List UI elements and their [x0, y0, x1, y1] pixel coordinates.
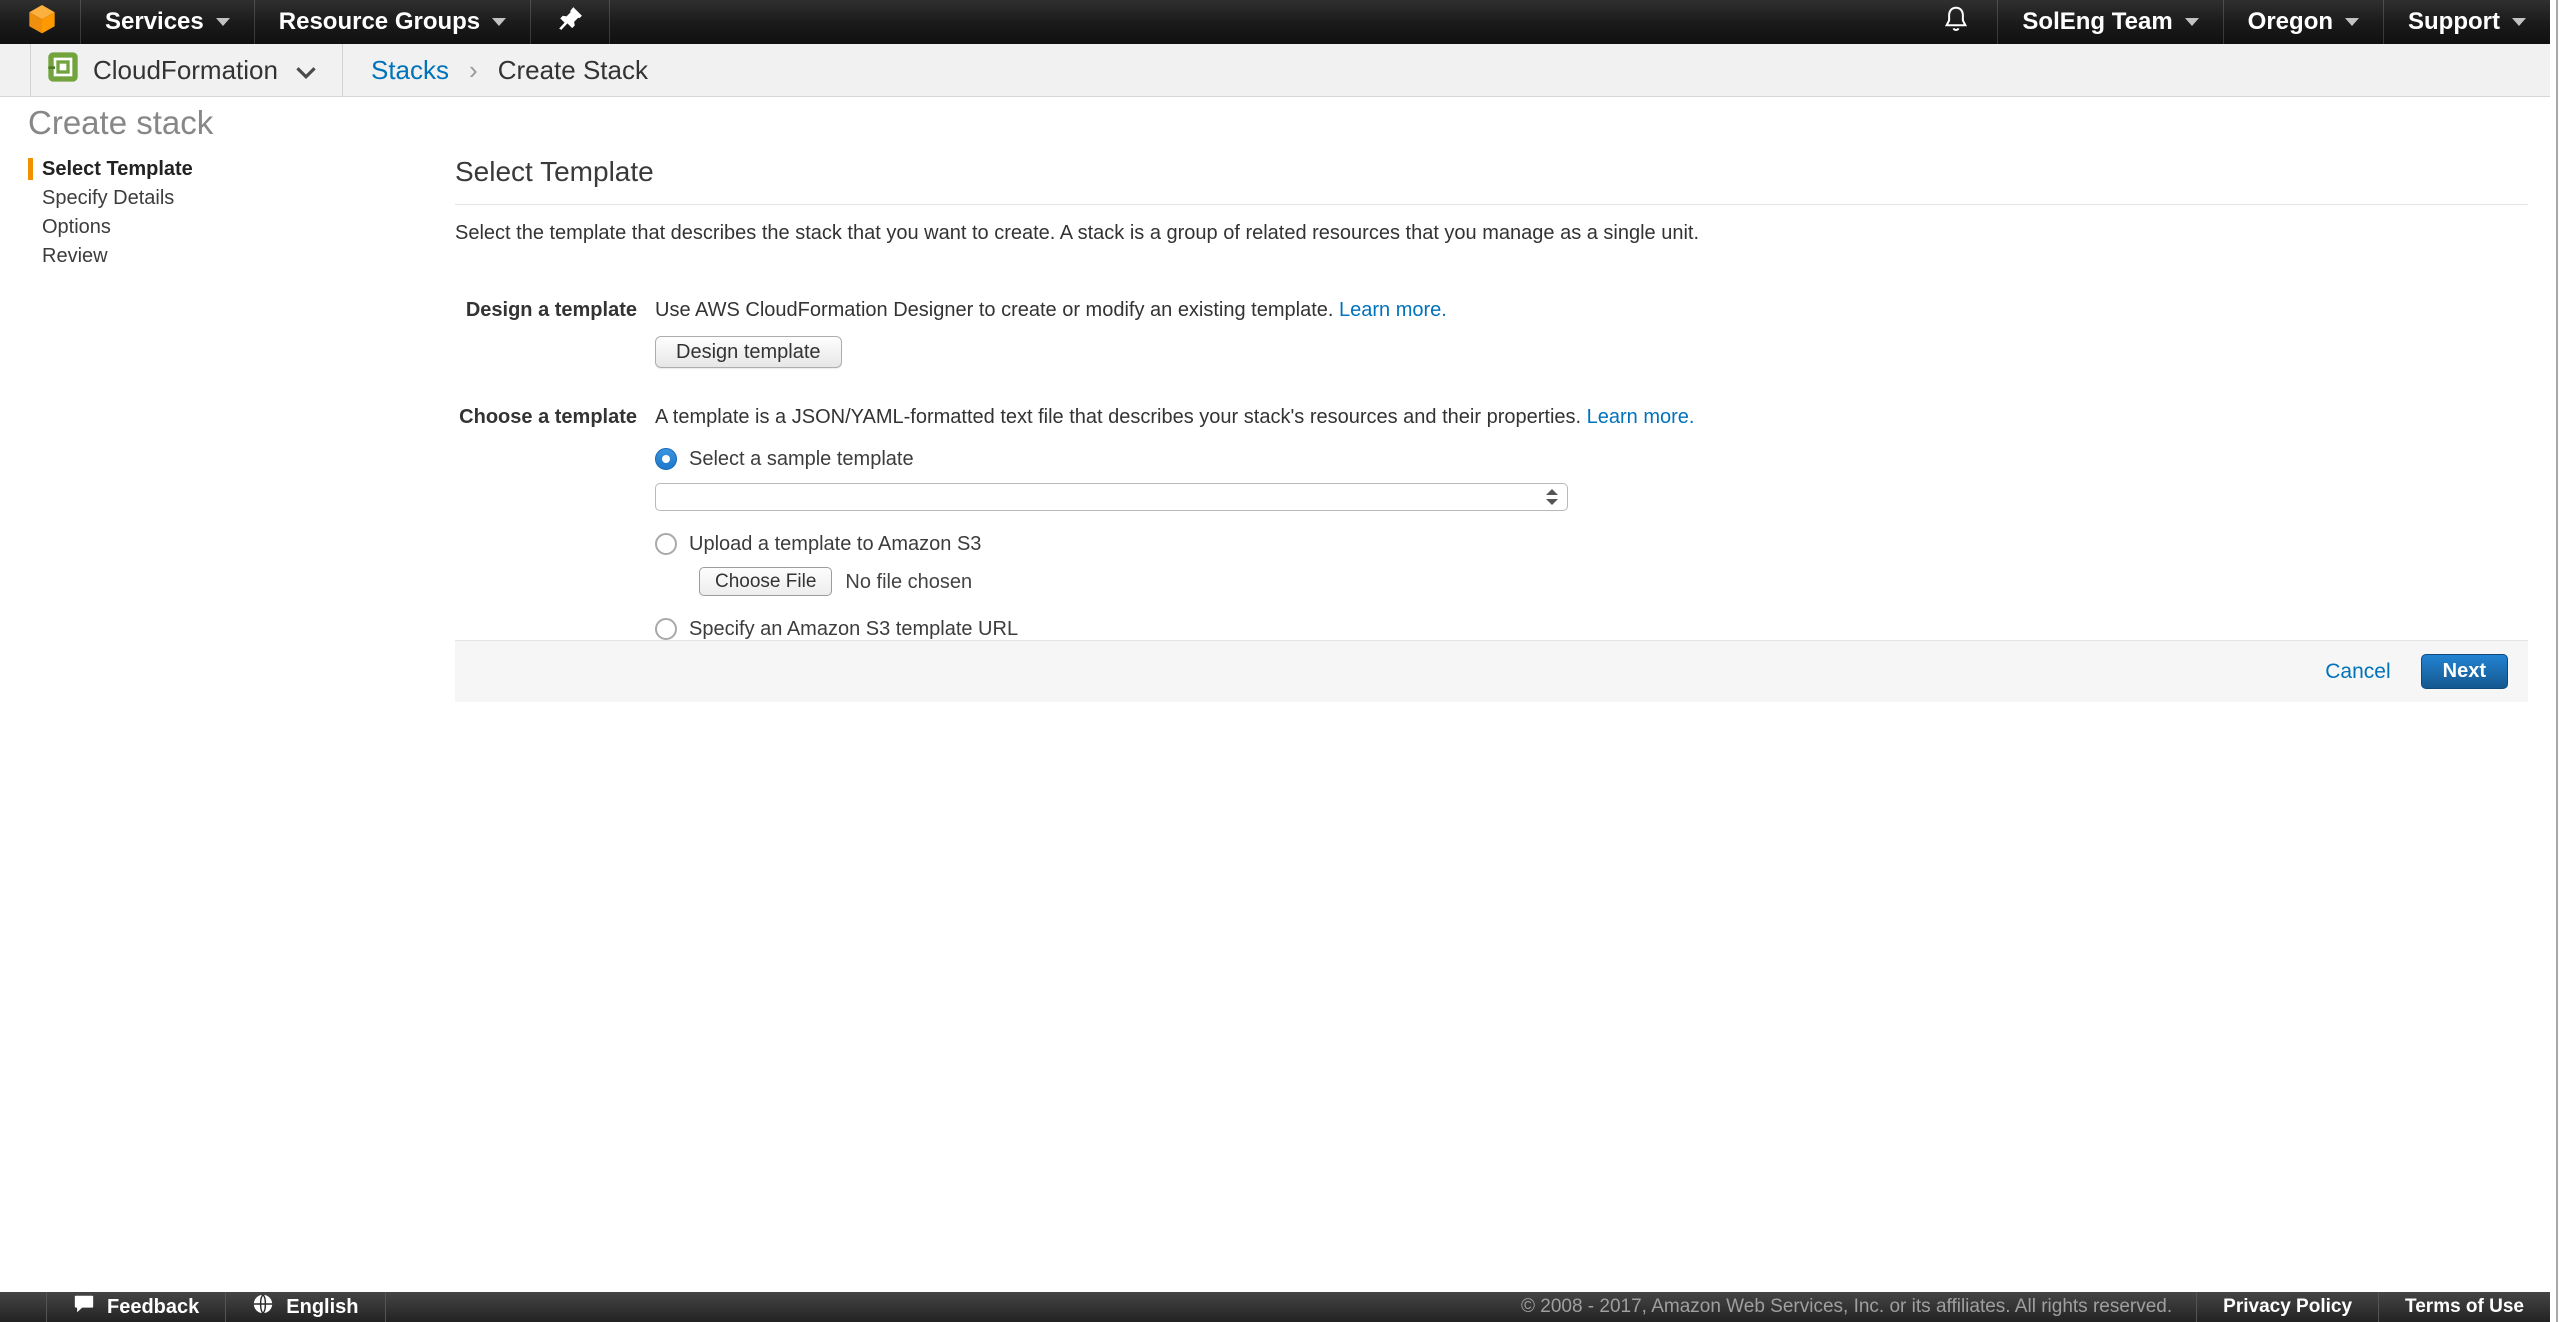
sample-template-select[interactable]: [655, 483, 1568, 511]
language-button[interactable]: English: [226, 1292, 384, 1322]
choose-template-text: A template is a JSON/YAML-formatted text…: [655, 404, 2528, 430]
design-learn-more-link[interactable]: Learn more.: [1339, 299, 1447, 321]
breadcrumb-service-name: CloudFormation: [93, 55, 278, 86]
bottom-bar-divider: [385, 1292, 386, 1322]
breadcrumb-separator-icon: ›: [469, 55, 478, 86]
wizard-step-select-template[interactable]: Select Template: [28, 158, 408, 180]
wizard-step-options[interactable]: Options: [28, 216, 408, 238]
chevron-down-icon: [492, 18, 506, 26]
choose-template-label: Choose a template: [455, 404, 637, 430]
nav-services[interactable]: Services: [81, 0, 254, 44]
chevron-down-icon: [2512, 18, 2526, 26]
pin-icon: [557, 6, 583, 39]
aws-logo[interactable]: [0, 0, 80, 44]
language-label: English: [286, 1296, 358, 1319]
feedback-icon: [73, 1293, 107, 1321]
notifications-button[interactable]: [1915, 0, 1997, 44]
nav-account-label: SolEng Team: [2022, 8, 2172, 36]
nav-region-menu[interactable]: Oregon: [2224, 0, 2383, 44]
radio-sample-template-label[interactable]: Select a sample template: [689, 446, 914, 472]
choose-file-button[interactable]: Choose File: [699, 567, 832, 596]
section-description: Select the template that describes the s…: [455, 222, 2528, 245]
wizard-step-specify-details[interactable]: Specify Details: [28, 187, 408, 209]
radio-row-sample-template[interactable]: Select a sample template: [655, 446, 2528, 472]
chevron-down-icon: [296, 55, 316, 86]
top-nav-right: SolEng Team Oregon Support: [1915, 0, 2550, 44]
page-title: Create stack: [28, 104, 213, 142]
nav-divider: [609, 0, 610, 44]
aws-logo-icon: [26, 3, 58, 42]
next-button[interactable]: Next: [2421, 654, 2508, 689]
privacy-policy-link[interactable]: Privacy Policy: [2197, 1292, 2378, 1322]
language-icon: [252, 1293, 286, 1321]
wizard-footer: Cancel Next: [455, 640, 2528, 702]
radio-row-upload-template[interactable]: Upload a template to Amazon S3: [655, 531, 2528, 557]
wizard-step-review[interactable]: Review: [28, 245, 408, 267]
file-status-text: No file chosen: [845, 569, 972, 595]
radio-sample-template[interactable]: [655, 448, 677, 470]
bottom-bar-left: Feedback English: [46, 1292, 386, 1322]
breadcrumb: CloudFormation Stacks › Create Stack: [0, 44, 2550, 97]
radio-upload-template-label[interactable]: Upload a template to Amazon S3: [689, 531, 981, 557]
copyright-text: © 2008 - 2017, Amazon Web Services, Inc.…: [1497, 1292, 2196, 1322]
choose-learn-more-link[interactable]: Learn more.: [1587, 406, 1695, 428]
select-stepper-icon: [1546, 489, 1558, 505]
nav-region-label: Oregon: [2248, 8, 2333, 36]
wizard-steps: Select Template Specify Details Options …: [28, 158, 408, 274]
design-template-row: Design a template Use AWS CloudFormation…: [455, 297, 2528, 368]
cancel-button[interactable]: Cancel: [2325, 660, 2390, 684]
bell-icon: [1941, 4, 1971, 41]
design-template-text-body: Use AWS CloudFormation Designer to creat…: [655, 299, 1333, 321]
design-template-button[interactable]: Design template: [655, 336, 842, 368]
bottom-bar: Feedback English © 2008 - 2017, Amazon W…: [0, 1292, 2550, 1322]
scrollbar-track[interactable]: [2550, 0, 2560, 1322]
terms-of-use-link[interactable]: Terms of Use: [2379, 1292, 2550, 1322]
design-template-label: Design a template: [455, 297, 637, 323]
radio-row-s3-url[interactable]: Specify an Amazon S3 template URL: [655, 616, 2528, 642]
nav-support-menu[interactable]: Support: [2384, 0, 2550, 44]
section-heading: Select Template: [455, 156, 2528, 188]
pin-shortcut-button[interactable]: [531, 0, 609, 44]
nav-services-label: Services: [105, 8, 204, 36]
chevron-down-icon: [2185, 18, 2199, 26]
design-template-text: Use AWS CloudFormation Designer to creat…: [655, 297, 2528, 323]
cloudformation-icon: [47, 51, 79, 90]
choose-template-text-body: A template is a JSON/YAML-formatted text…: [655, 406, 1581, 428]
feedback-label: Feedback: [107, 1296, 199, 1319]
design-template-content: Use AWS CloudFormation Designer to creat…: [655, 297, 2528, 368]
feedback-button[interactable]: Feedback: [47, 1292, 225, 1322]
radio-upload-template[interactable]: [655, 533, 677, 555]
breadcrumb-current-page: Create Stack: [498, 55, 648, 86]
heading-divider: [455, 204, 2528, 205]
main-content: Select Template Select the template that…: [455, 156, 2528, 684]
top-nav: Services Resource Groups: [0, 0, 2550, 44]
nav-resource-groups[interactable]: Resource Groups: [255, 0, 530, 44]
service-switcher[interactable]: CloudFormation: [30, 44, 343, 96]
nav-account-menu[interactable]: SolEng Team: [1998, 0, 2222, 44]
top-nav-left: Services Resource Groups: [0, 0, 610, 44]
file-upload-row: Choose File No file chosen: [699, 567, 2528, 596]
radio-s3-url-label[interactable]: Specify an Amazon S3 template URL: [689, 616, 1018, 642]
chevron-down-icon: [2345, 18, 2359, 26]
radio-s3-url[interactable]: [655, 618, 677, 640]
breadcrumb-stacks-link[interactable]: Stacks: [371, 55, 449, 86]
chevron-down-icon: [216, 18, 230, 26]
nav-resource-groups-label: Resource Groups: [279, 8, 480, 36]
bottom-bar-right: © 2008 - 2017, Amazon Web Services, Inc.…: [1497, 1292, 2550, 1322]
nav-support-label: Support: [2408, 8, 2500, 36]
